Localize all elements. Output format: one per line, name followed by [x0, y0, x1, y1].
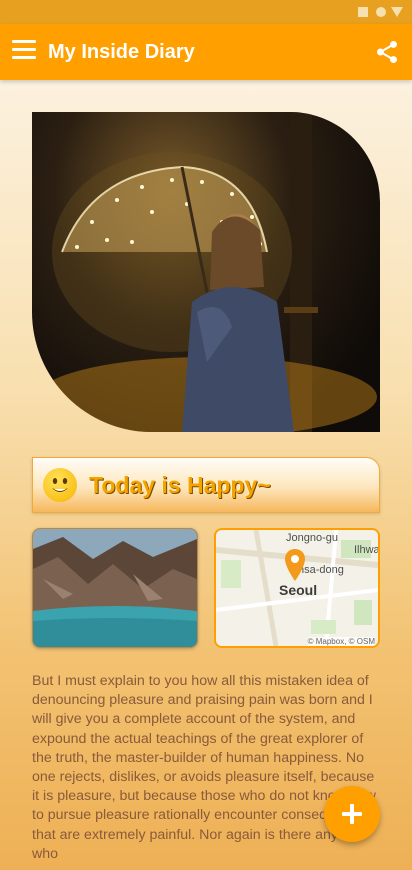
circle-icon: [376, 7, 386, 17]
mood-banner[interactable]: Today is Happy~: [32, 457, 380, 513]
map-label: Jongno-gu: [286, 532, 338, 544]
entry-photo[interactable]: [32, 112, 380, 432]
mood-text: Today is Happy~: [89, 472, 271, 498]
app-bar: My Inside Diary: [0, 24, 412, 80]
triangle-icon: [391, 7, 403, 17]
location-map[interactable]: Jongno-gu Ilhwa nsa-dong Seoul © Mapbox,…: [214, 528, 380, 648]
map-pin-icon: [285, 549, 305, 581]
app-title: My Inside Diary: [48, 41, 195, 63]
diary-body-text: But I must explain to you how all this m…: [32, 673, 376, 862]
share-icon[interactable]: [374, 39, 400, 65]
smiling-face-icon: [43, 468, 77, 502]
map-attribution[interactable]: © Mapbox, © OSM: [307, 637, 375, 646]
landscape-photo[interactable]: [32, 528, 198, 648]
square-icon: [358, 7, 368, 17]
status-bar: [0, 0, 412, 24]
woman-with-umbrella-image: [37, 112, 377, 432]
mountain-lake-image: [33, 529, 197, 647]
map-label: Ilhwa: [354, 544, 380, 556]
map-city-label: Seoul: [279, 582, 318, 598]
menu-icon[interactable]: [12, 40, 36, 64]
add-entry-button[interactable]: [324, 786, 380, 842]
